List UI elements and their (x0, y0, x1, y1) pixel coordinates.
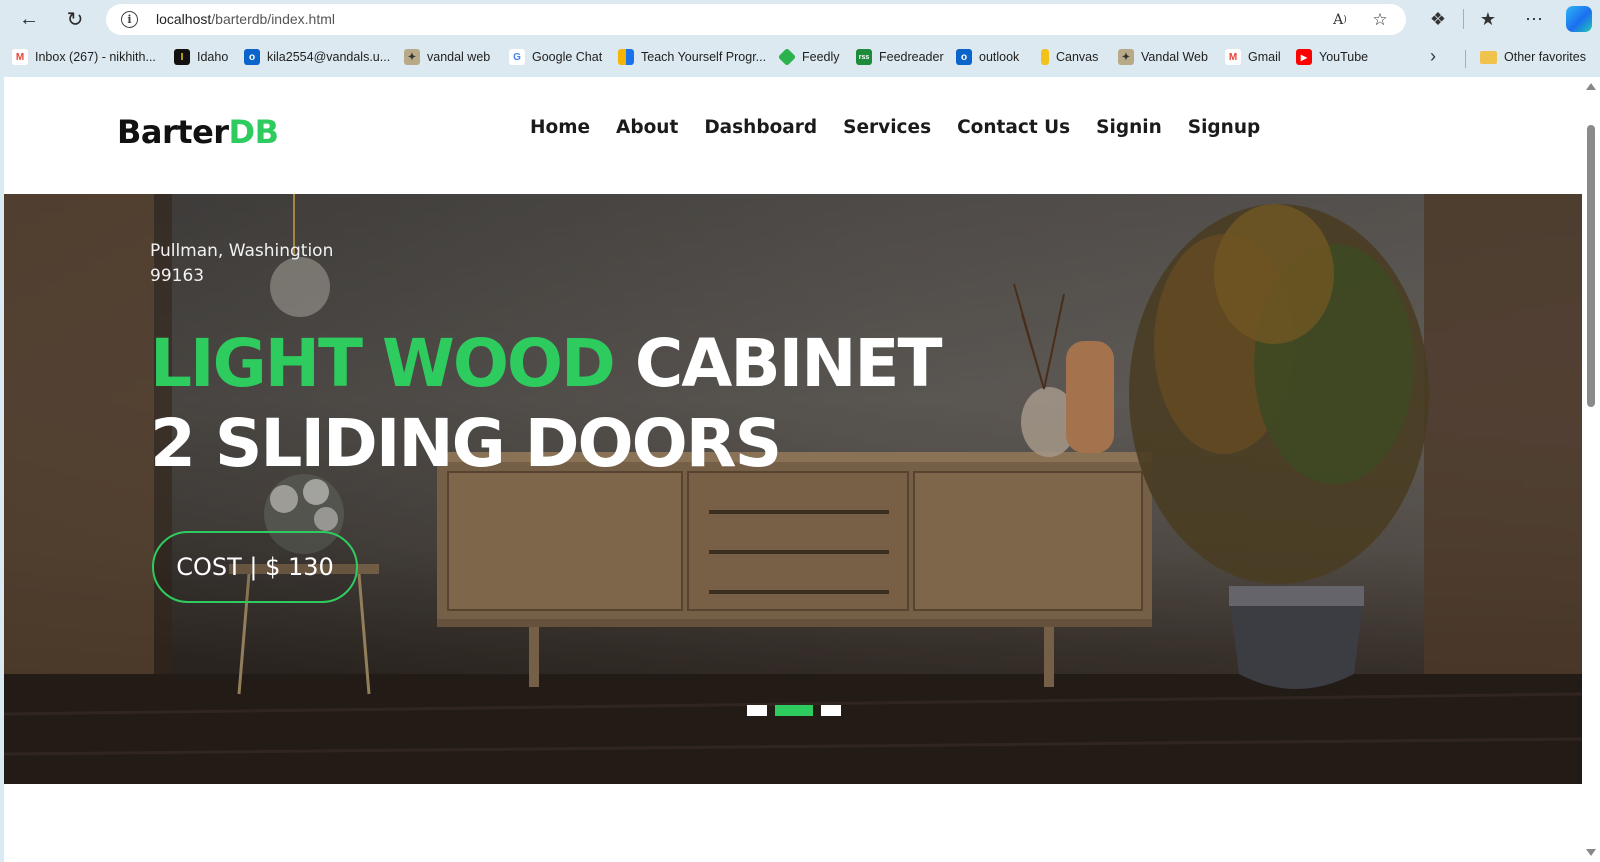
other-favorites[interactable]: Other favorites (1480, 47, 1586, 67)
location-zip: 99163 (150, 266, 205, 286)
slider-dot[interactable] (821, 705, 841, 716)
gmail-icon: M (12, 49, 28, 65)
bookmark-item[interactable]: o outlook (956, 47, 1019, 67)
headline-text: CABINET (634, 325, 943, 402)
favorites-icon[interactable]: ★ (1474, 5, 1502, 33)
outlook-icon: o (956, 49, 972, 65)
page-viewport: BarterDB Home About Dashboard Services C… (4, 77, 1582, 862)
copilot-icon[interactable] (1566, 6, 1592, 32)
more-menu-icon[interactable]: ⋯ (1520, 5, 1548, 33)
nav-services[interactable]: Services (843, 117, 931, 138)
nav-signup[interactable]: Signup (1188, 117, 1261, 138)
nav-dashboard[interactable]: Dashboard (704, 117, 817, 138)
bookmark-item[interactable]: Feedly (777, 47, 840, 67)
extensions-icon[interactable]: ❖ (1424, 5, 1452, 33)
bookmark-label: vandal web (427, 50, 491, 64)
bookmark-label: kila2554@vandals.u... (267, 50, 391, 64)
toolbar-divider (1463, 9, 1464, 29)
bookmark-label: Feedly (802, 50, 840, 64)
logo-text: Barter (117, 113, 229, 151)
site-header: BarterDB Home About Dashboard Services C… (4, 77, 1582, 194)
vandal-icon: ✦ (404, 49, 420, 65)
star-icon[interactable]: ☆ (1368, 8, 1392, 32)
bookmark-label: Feedreader (879, 50, 944, 64)
hero-headline: LIGHT WOOD CABINET 2 SLIDING DOORS (150, 324, 943, 484)
back-arrow-icon[interactable]: ← (15, 5, 43, 33)
headline-accent-text: LIGHT WOOD (150, 325, 616, 402)
idaho-icon: I (174, 49, 190, 65)
site-info-icon[interactable]: i (121, 11, 138, 28)
bookmark-label: Google Chat (532, 50, 603, 64)
bookmark-item[interactable]: o kila2554@vandals.u... (244, 47, 390, 67)
youtube-icon: ▶ (1296, 49, 1312, 65)
vandal-icon: ✦ (1118, 49, 1134, 65)
bookmarks-divider (1465, 50, 1466, 68)
chevron-right-icon[interactable]: › (1430, 46, 1436, 67)
nav-signin[interactable]: Signin (1096, 117, 1162, 138)
bookmark-item[interactable]: ▶ YouTube (1296, 47, 1368, 67)
scroll-up-icon[interactable] (1586, 83, 1596, 90)
bookmark-item[interactable]: Canvas (1041, 47, 1098, 67)
bookmark-item[interactable]: M Inbox (267) - nikhith... (12, 47, 156, 67)
canvas-icon (1041, 49, 1049, 65)
outlook-icon: o (244, 49, 260, 65)
scroll-down-icon[interactable] (1586, 849, 1596, 856)
url-text[interactable]: localhost/barterdb/index.html (156, 11, 335, 27)
bookmark-label: Canvas (1056, 50, 1099, 64)
bookmark-label: outlook (979, 50, 1020, 64)
browser-toolbar: ← ↻ i localhost/barterdb/index.html A) ☆… (0, 0, 1600, 38)
gmail-icon: M (1225, 49, 1241, 65)
google-icon: G (509, 49, 525, 65)
feedly-icon (777, 47, 797, 67)
nav-about[interactable]: About (616, 117, 678, 138)
bookmark-label: Inbox (267) - nikhith... (35, 50, 156, 64)
location-city: Pullman, Washingtion (150, 241, 334, 261)
slider-dot-active[interactable] (775, 705, 813, 716)
address-bar[interactable]: i localhost/barterdb/index.html A) ☆ (106, 4, 1406, 35)
feedreader-icon: rss (856, 49, 872, 65)
headline-line2: 2 SLIDING DOORS (150, 405, 782, 482)
bookmark-item[interactable]: ✦ vandal web (404, 47, 490, 67)
bookmark-item[interactable]: rss Feedreader (856, 47, 944, 67)
scrollbar-thumb[interactable] (1587, 125, 1595, 407)
page-scrollbar[interactable] (1582, 77, 1600, 862)
folder-icon (1480, 50, 1497, 64)
site-logo[interactable]: BarterDB (117, 113, 279, 151)
bookmark-label: Teach Yourself Progr... (641, 50, 767, 64)
bookmark-item[interactable]: ✦ Vandal Web (1118, 47, 1208, 67)
bookmarks-bar: M Inbox (267) - nikhith... I Idaho o kila25… (0, 38, 1600, 74)
bookmark-icon (618, 49, 634, 65)
other-favorites-label: Other favorites (1504, 50, 1586, 64)
bookmark-label: Idaho (197, 50, 229, 64)
bookmark-label: YouTube (1319, 50, 1369, 64)
nav-contact-us[interactable]: Contact Us (957, 117, 1070, 138)
hero-location: Pullman, Washingtion 99163 (150, 239, 333, 289)
read-aloud-icon[interactable]: A) (1328, 8, 1352, 32)
main-nav: Home About Dashboard Services Contact Us… (530, 117, 1260, 138)
nav-home[interactable]: Home (530, 117, 590, 138)
cost-button[interactable]: COST | $ 130 (152, 531, 358, 603)
bookmark-item[interactable]: Teach Yourself Progr... (618, 47, 766, 67)
logo-accent-text: DB (228, 113, 279, 151)
hero-slider: Pullman, Washingtion 99163 LIGHT WOOD CA… (4, 194, 1582, 784)
slider-dot[interactable] (747, 705, 767, 716)
bookmark-item[interactable]: M Gmail (1225, 47, 1281, 67)
bookmark-label: Vandal Web (1141, 50, 1208, 64)
bookmark-label: Gmail (1248, 50, 1281, 64)
slider-dots (747, 705, 841, 716)
bookmark-item[interactable]: I Idaho (174, 47, 228, 67)
reload-icon[interactable]: ↻ (61, 5, 89, 33)
bookmark-item[interactable]: G Google Chat (509, 47, 602, 67)
